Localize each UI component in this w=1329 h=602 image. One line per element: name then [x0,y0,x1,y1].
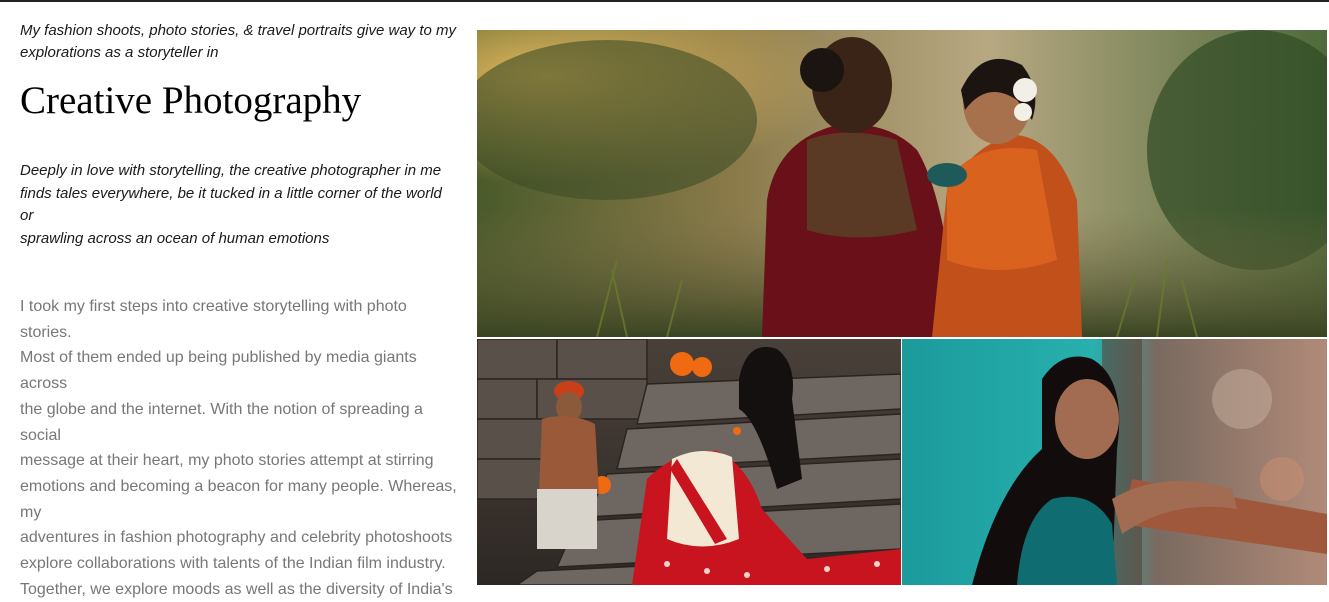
tagline-text: Deeply in love with storytelling, the cr… [20,160,460,250]
tagline-line: Deeply in love with storytelling, the cr… [20,162,442,179]
body-line: the globe and the internet. With the not… [20,400,423,418]
body-line: social [20,426,61,444]
intro-line: My fashion shoots, photo stories, & trav… [20,22,457,39]
top-rule [0,0,1329,2]
page-title: Creative Photography [20,79,362,122]
body-line: Together, we explore moods as well as th… [20,580,453,598]
body-line: my [20,503,42,521]
tagline-line: or [20,207,34,224]
intro-line: explorations as a storyteller in [20,44,219,61]
intro-text: My fashion shoots, photo stories, & trav… [20,20,460,64]
photo-two-women-saree[interactable] [477,30,1327,337]
photo-gallery [477,30,1327,585]
text-column: My fashion shoots, photo stories, & trav… [20,20,460,602]
body-line: adventures in fashion photography and ce… [20,529,453,547]
body-line: stories. [20,323,72,341]
body-line: explore collaborations with talents of t… [20,555,446,573]
tagline-line: finds tales everywhere, be it tucked in … [20,184,442,202]
photo-woman-teal-portrait[interactable] [902,339,1327,585]
body-line: across [20,375,68,393]
body-paragraph: I took my first steps into creative stor… [20,294,460,602]
body-line: I took my first steps into creative stor… [20,298,407,315]
body-line: message at their heart, my photo stories… [20,452,434,470]
body-line: emotions and becoming a beacon for many … [20,477,457,495]
photo-woman-red-saree-steps[interactable] [477,339,901,585]
tagline-line: sprawling across an ocean of human emoti… [20,229,330,247]
body-line: Most of them ended up being published by… [20,349,417,367]
